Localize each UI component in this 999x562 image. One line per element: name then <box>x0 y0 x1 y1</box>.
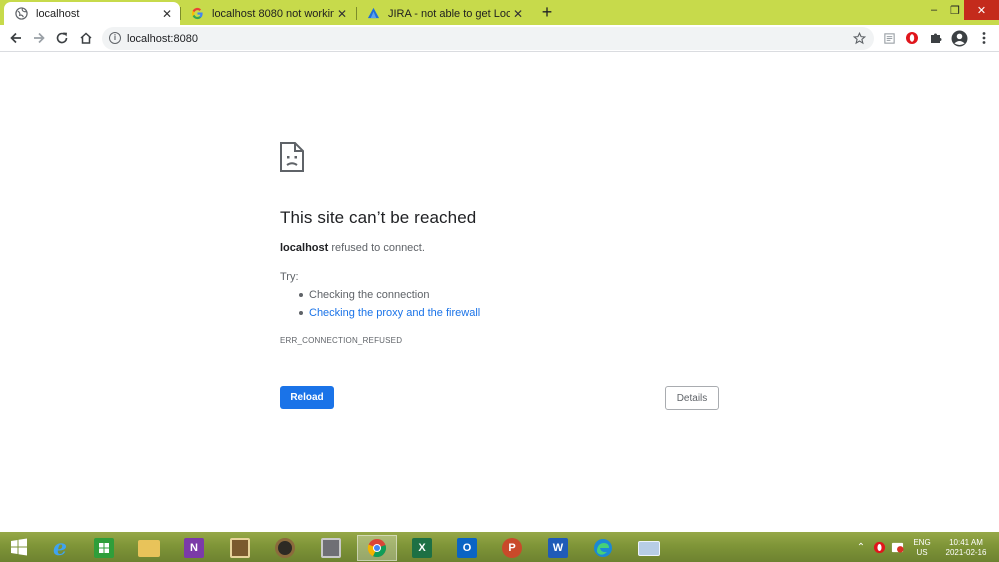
close-icon[interactable]: ✕ <box>159 6 175 22</box>
profile-button[interactable] <box>949 28 969 48</box>
windows-taskbar: e N X O P W <box>0 532 999 562</box>
taskbar-app-5[interactable] <box>220 535 260 561</box>
windows-logo-icon <box>10 538 28 556</box>
tray-opera-icon[interactable] <box>871 532 887 562</box>
error-host: localhost <box>280 242 328 254</box>
page-content: This site can’t be reached localhost ref… <box>0 53 999 532</box>
error-description: localhost refused to connect. <box>280 242 425 254</box>
taskbar-app-6[interactable] <box>265 535 305 561</box>
taskbar-file-explorer[interactable] <box>129 535 169 561</box>
taskbar-internet-explorer[interactable]: e <box>40 535 80 561</box>
close-icon[interactable]: ✕ <box>334 6 350 22</box>
keyboard-layout: US <box>910 548 934 558</box>
suggestion-check-proxy: Checking the proxy and the firewall <box>297 306 480 324</box>
refresh-icon <box>55 31 69 45</box>
restore-button[interactable]: ❐ <box>946 0 964 20</box>
minimize-button[interactable]: – <box>922 0 946 20</box>
jira-icon <box>366 7 380 21</box>
internet-explorer-icon: e <box>50 538 70 558</box>
browser-toolbar: i <box>0 25 999 52</box>
powerpoint-icon: P <box>502 538 522 558</box>
taskbar-store[interactable] <box>84 535 124 561</box>
word-icon: W <box>548 538 568 558</box>
tray-security-icon[interactable] <box>889 532 905 562</box>
home-icon <box>79 31 93 45</box>
tab-title: localhost 8080 not working in ca <box>212 8 334 20</box>
back-button[interactable] <box>6 28 26 48</box>
taskbar-app-7[interactable] <box>311 535 351 561</box>
menu-button[interactable] <box>974 28 994 48</box>
opera-icon <box>905 31 919 45</box>
tab-jira[interactable]: JIRA - not able to get Localhost: ✕ <box>356 2 531 25</box>
reload-toolbar-button[interactable] <box>52 28 72 48</box>
error-description-text: refused to connect. <box>328 242 425 254</box>
taskbar-excel[interactable]: X <box>402 535 442 561</box>
taskbar-onenote[interactable]: N <box>174 535 214 561</box>
forward-arrow-icon <box>32 31 46 45</box>
taskbar-edge[interactable] <box>583 535 623 561</box>
taskbar-powerpoint[interactable]: P <box>492 535 532 561</box>
onenote-icon: N <box>184 538 204 558</box>
google-icon <box>190 7 204 21</box>
tab-title: JIRA - not able to get Localhost: <box>388 8 510 20</box>
suggestion-check-connection: Checking the connection <box>297 288 480 306</box>
info-icon[interactable]: i <box>109 32 121 44</box>
reload-button[interactable]: Reload <box>280 386 334 409</box>
opera-extension-button[interactable] <box>902 28 922 48</box>
sad-document-icon <box>279 141 305 173</box>
forward-button[interactable] <box>29 28 49 48</box>
tray-expand-icon[interactable]: ⌃ <box>855 532 867 562</box>
suggestions-list: Checking the connection Checking the pro… <box>297 288 480 324</box>
more-vert-icon <box>982 31 986 45</box>
proxy-firewall-link[interactable]: Checking the proxy and the firewall <box>309 307 480 319</box>
address-bar[interactable]: i <box>102 27 874 50</box>
window-app-icon <box>638 541 660 556</box>
store-icon <box>94 538 114 558</box>
tab-localhost[interactable]: localhost ✕ <box>4 2 180 25</box>
error-code: ERR_CONNECTION_REFUSED <box>280 336 402 345</box>
folder-icon <box>138 540 160 557</box>
language-code: ENG <box>910 538 934 548</box>
excel-icon: X <box>412 538 432 558</box>
language-indicator[interactable]: ENG US <box>910 538 934 558</box>
puzzle-icon <box>929 31 943 45</box>
error-title: This site can’t be reached <box>280 208 476 228</box>
clock-time: 10:41 AM <box>938 538 994 548</box>
tab-strip: localhost ✕ localhost 8080 not working i… <box>0 0 999 25</box>
home-button[interactable] <box>76 28 96 48</box>
window-close-button[interactable]: ✕ <box>964 0 999 20</box>
taskbar-word[interactable]: W <box>538 535 578 561</box>
outlook-icon: O <box>457 538 477 558</box>
clock-date: 2021-02-16 <box>938 548 994 558</box>
account-icon <box>951 30 968 47</box>
taskbar-chrome[interactable] <box>357 535 397 561</box>
suggestion-text: Checking the connection <box>309 289 429 301</box>
back-arrow-icon <box>9 31 23 45</box>
close-icon[interactable]: ✕ <box>510 6 526 22</box>
edge-icon <box>593 538 613 558</box>
chrome-icon <box>367 538 387 558</box>
taskbar-outlook[interactable]: O <box>447 535 487 561</box>
url-input[interactable] <box>127 29 827 48</box>
tab-title: localhost <box>36 8 159 20</box>
tab-google-search[interactable]: localhost 8080 not working in ca ✕ <box>180 2 355 25</box>
try-label: Try: <box>280 271 299 283</box>
new-tab-button[interactable]: + <box>538 4 556 22</box>
app-icon <box>230 538 250 558</box>
taskbar-app-14[interactable] <box>629 535 669 561</box>
globe-icon <box>14 7 28 21</box>
page-extension-icon <box>883 32 896 45</box>
system-clock[interactable]: 10:41 AM 2021-02-16 <box>938 538 994 558</box>
app-icon <box>321 538 341 558</box>
speaker-icon <box>275 538 295 558</box>
reader-extension-button[interactable] <box>879 28 899 48</box>
extensions-button[interactable] <box>926 28 946 48</box>
start-button[interactable] <box>4 532 34 562</box>
details-button[interactable]: Details <box>665 386 719 410</box>
bookmark-star-icon[interactable] <box>850 29 868 47</box>
